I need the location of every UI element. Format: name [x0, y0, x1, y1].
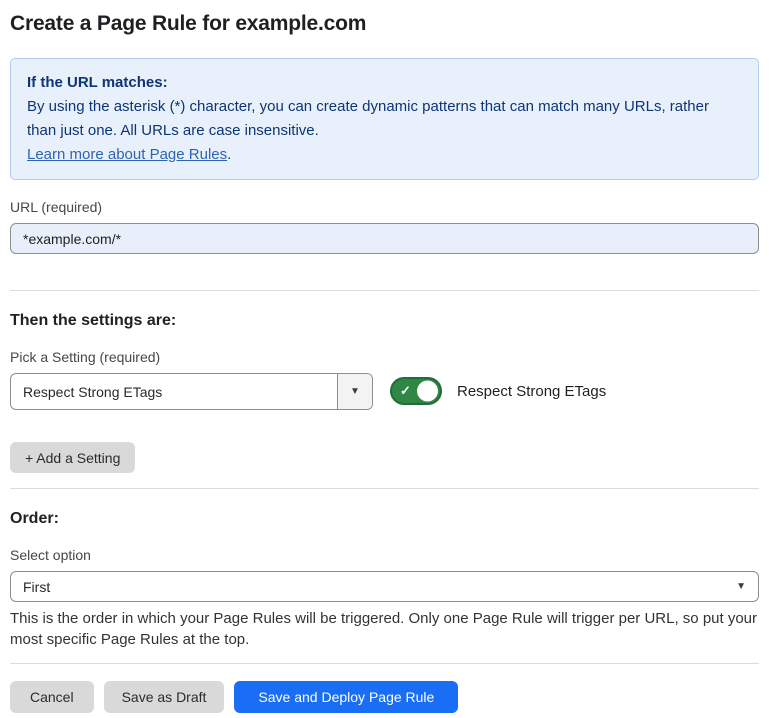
setting-row: Respect Strong ETags ▼ ✓ Respect Strong … — [10, 373, 759, 410]
toggle-knob — [417, 381, 438, 402]
cancel-button[interactable]: Cancel — [10, 681, 94, 713]
footer-actions: Cancel Save as Draft Save and Deploy Pag… — [10, 681, 759, 713]
page-title: Create a Page Rule for example.com — [10, 12, 759, 36]
url-match-info-box: If the URL matches: By using the asteris… — [10, 58, 759, 180]
divider-order-footer — [10, 663, 759, 664]
chevron-down-icon: ▼ — [350, 386, 360, 397]
settings-section-heading: Then the settings are: — [10, 312, 759, 330]
check-icon: ✓ — [400, 384, 411, 397]
save-as-draft-button[interactable]: Save as Draft — [104, 681, 225, 713]
divider-settings-order — [10, 488, 759, 489]
setting-picker-label: Pick a Setting (required) — [10, 349, 759, 365]
order-help-text: This is the order in which your Page Rul… — [10, 608, 759, 650]
etag-toggle[interactable]: ✓ — [390, 377, 442, 405]
setting-dropdown-arrow-segment[interactable]: ▼ — [337, 374, 372, 409]
order-select[interactable]: First ▼ — [10, 571, 759, 602]
order-select-label: Select option — [10, 547, 759, 563]
link-suffix: . — [227, 146, 231, 163]
save-and-deploy-button[interactable]: Save and Deploy Page Rule — [234, 681, 458, 713]
etag-toggle-group: ✓ Respect Strong ETags — [390, 377, 606, 405]
chevron-down-icon: ▼ — [736, 581, 746, 592]
setting-dropdown[interactable]: Respect Strong ETags ▼ — [10, 373, 373, 410]
info-box-link-line: Learn more about Page Rules. — [27, 143, 742, 167]
etag-toggle-label: Respect Strong ETags — [457, 383, 606, 400]
learn-more-link[interactable]: Learn more about Page Rules — [27, 146, 227, 163]
order-select-value: First — [23, 579, 736, 595]
order-section-heading: Order: — [10, 510, 759, 528]
info-box-body: By using the asterisk (*) character, you… — [27, 95, 742, 143]
setting-dropdown-value: Respect Strong ETags — [11, 374, 337, 409]
url-field-label: URL (required) — [10, 199, 759, 215]
url-input[interactable] — [10, 223, 759, 254]
add-setting-button[interactable]: + Add a Setting — [10, 442, 135, 473]
divider-url-settings — [10, 290, 759, 291]
page-rule-form: Create a Page Rule for example.com If th… — [0, 0, 769, 713]
info-box-heading: If the URL matches: — [27, 71, 742, 95]
